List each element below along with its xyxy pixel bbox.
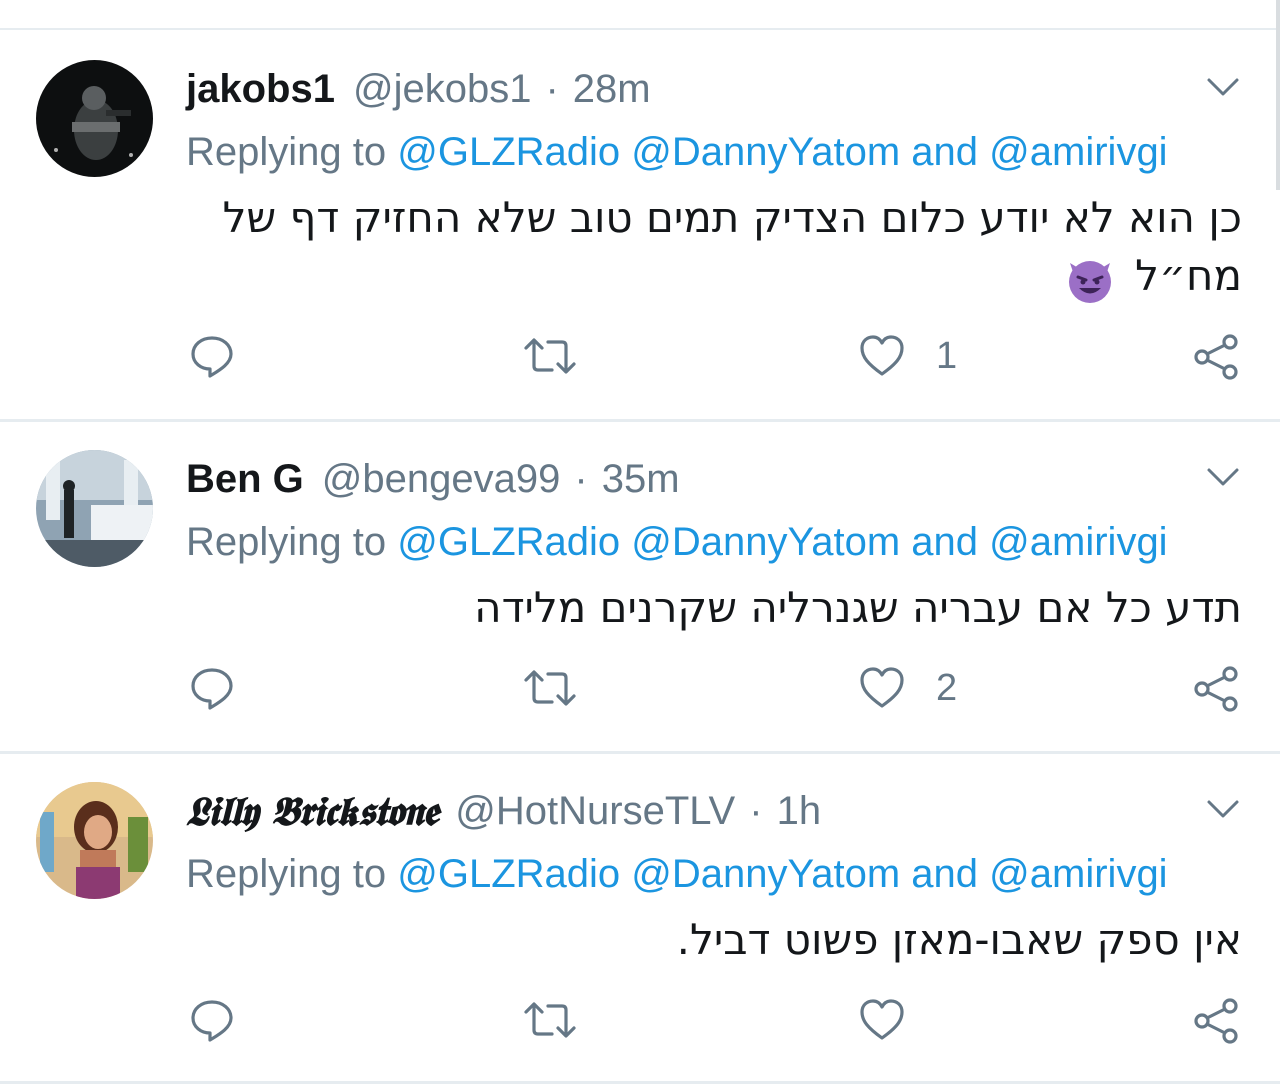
tweet-actions: 2 <box>0 664 1280 724</box>
share-button[interactable] <box>1192 332 1242 382</box>
tweet-text-line-2: מח״ל <box>223 247 1242 305</box>
tweet[interactable]: Ben G @bengeva99 · 35m Replying to @GLZR… <box>0 422 1280 754</box>
tweet-text-line: אין ספק שאבו-מאזן פשוט דביל. <box>676 915 1242 964</box>
mention-and[interactable]: and <box>911 520 978 564</box>
tweet-actions <box>0 996 1280 1056</box>
timestamp[interactable]: 28m <box>573 67 651 112</box>
reply-icon <box>191 1000 233 1042</box>
tweet-text: תדע כל אם עבריה שגנרליה שקרנים מלידה <box>474 579 1242 637</box>
like-count: 1 <box>936 334 958 377</box>
avatar[interactable] <box>36 450 153 567</box>
reply-icon <box>191 668 233 710</box>
tweet-text: אין ספק שאבו-מאזן פשוט דביל. <box>677 911 1242 969</box>
more-chevron-icon[interactable] <box>1205 74 1241 100</box>
heart-icon <box>860 335 904 376</box>
replying-to: Replying to @GLZRadio @DannyYatom and @a… <box>186 852 1168 897</box>
user-handle[interactable]: @HotNurseTLV <box>455 789 735 834</box>
mention-and[interactable]: and <box>911 130 978 174</box>
smiling-devil-emoji <box>1068 260 1111 303</box>
display-name[interactable]: 𝕷𝖎𝖑𝖑𝖞 𝕭𝖗𝖎𝖈𝖐𝖘𝖙𝖔𝖓𝖊 <box>186 788 438 835</box>
tweet-text-line: תדע כל אם עבריה שגנרליה שקרנים מלידה <box>474 583 1242 632</box>
share-button[interactable] <box>1192 664 1242 714</box>
more-chevron-icon[interactable] <box>1205 464 1241 490</box>
replying-to: Replying to @GLZRadio @DannyYatom and @a… <box>186 520 1168 565</box>
tweet-header: jakobs1 @jekobs1 · 28m <box>186 64 651 114</box>
mention-dannyyatom[interactable]: @DannyYatom <box>631 520 900 564</box>
timestamp[interactable]: 1h <box>777 789 822 834</box>
like-button[interactable]: 2 <box>858 664 957 712</box>
mention-amirivgi[interactable]: @amirivgi <box>989 520 1167 564</box>
display-name[interactable]: jakobs1 <box>186 67 335 112</box>
tweet-actions: 1 <box>0 332 1280 392</box>
tweet-text-fragment: מח״ל <box>1135 251 1242 300</box>
mention-dannyyatom[interactable]: @DannyYatom <box>631 130 900 174</box>
like-button[interactable] <box>858 996 906 1044</box>
top-divider <box>0 0 1280 30</box>
like-button[interactable]: 1 <box>858 332 957 380</box>
retweet-button[interactable] <box>522 664 578 712</box>
heart-icon <box>860 999 904 1040</box>
heart-icon <box>860 667 904 708</box>
retweet-icon <box>524 338 576 374</box>
avatar[interactable] <box>36 782 153 899</box>
share-icon <box>1194 334 1238 380</box>
tweet[interactable]: 𝕷𝖎𝖑𝖑𝖞 𝕭𝖗𝖎𝖈𝖐𝖘𝖙𝖔𝖓𝖊 @HotNurseTLV · 1h Reply… <box>0 754 1280 1084</box>
separator: · <box>574 456 588 501</box>
replying-to: Replying to @GLZRadio @DannyYatom and @a… <box>186 130 1168 175</box>
share-button[interactable] <box>1192 996 1242 1046</box>
mention-and[interactable]: and <box>911 852 978 896</box>
mention-glzradio[interactable]: @GLZRadio <box>397 130 620 174</box>
replying-prefix: Replying to <box>186 852 387 896</box>
share-icon <box>1194 666 1238 712</box>
tweet-header: Ben G @bengeva99 · 35m <box>186 454 680 504</box>
reply-button[interactable] <box>188 996 236 1044</box>
retweet-button[interactable] <box>522 332 578 380</box>
timestamp[interactable]: 35m <box>602 457 680 502</box>
more-chevron-icon[interactable] <box>1205 796 1241 822</box>
like-count: 2 <box>936 666 958 709</box>
retweet-icon <box>524 670 576 706</box>
mention-glzradio[interactable]: @GLZRadio <box>397 520 620 564</box>
separator: · <box>545 66 559 111</box>
mention-amirivgi[interactable]: @amirivgi <box>989 130 1167 174</box>
tweet-text-line: כן הוא לא יודע כלום הצדיק תמים טוב שלא ה… <box>222 193 1242 242</box>
tweet-header: 𝕷𝖎𝖑𝖑𝖞 𝕭𝖗𝖎𝖈𝖐𝖘𝖙𝖔𝖓𝖊 @HotNurseTLV · 1h <box>186 786 821 836</box>
user-handle[interactable]: @jekobs1 <box>353 67 531 112</box>
retweet-icon <box>524 1002 576 1038</box>
user-handle[interactable]: @bengeva99 <box>322 457 561 502</box>
display-name[interactable]: Ben G <box>186 457 304 502</box>
tweet[interactable]: jakobs1 @jekobs1 · 28m Replying to @GLZR… <box>0 32 1280 422</box>
retweet-button[interactable] <box>522 996 578 1044</box>
tweet-text: כן הוא לא יודע כלום הצדיק תמים טוב שלא ה… <box>223 189 1242 305</box>
separator: · <box>749 788 763 833</box>
mention-dannyyatom[interactable]: @DannyYatom <box>631 852 900 896</box>
mention-glzradio[interactable]: @GLZRadio <box>397 852 620 896</box>
mention-amirivgi[interactable]: @amirivgi <box>989 852 1167 896</box>
reply-button[interactable] <box>188 332 236 380</box>
reply-icon <box>191 336 233 378</box>
share-icon <box>1194 998 1238 1044</box>
replying-prefix: Replying to <box>186 520 387 564</box>
reply-button[interactable] <box>188 664 236 712</box>
avatar[interactable] <box>36 60 153 177</box>
replying-prefix: Replying to <box>186 130 387 174</box>
